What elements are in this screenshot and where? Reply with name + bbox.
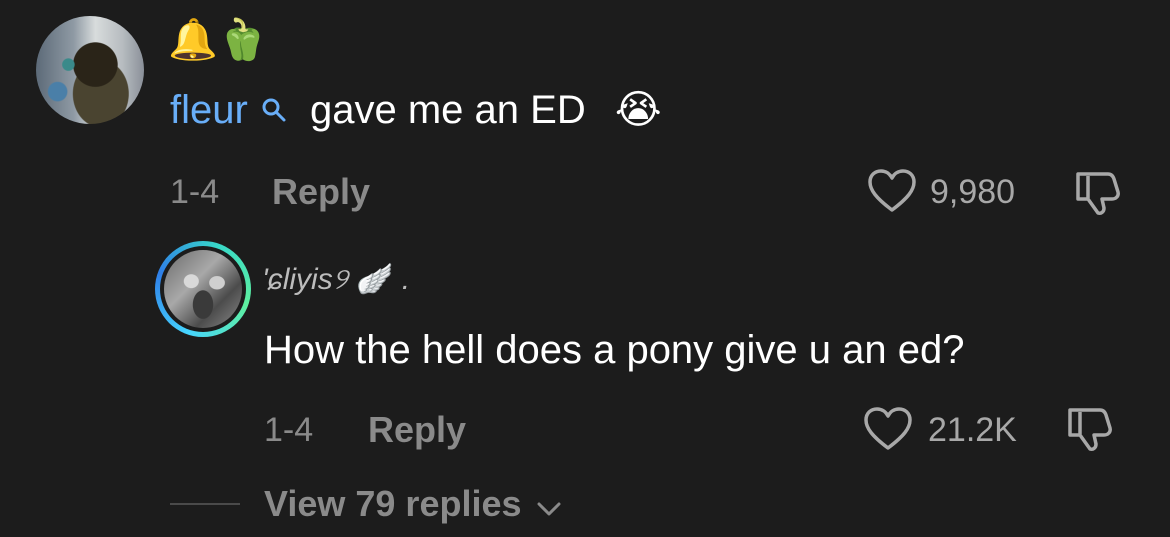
chevron-down-icon[interactable] (536, 486, 562, 526)
username-text[interactable]: fleur (170, 88, 248, 132)
comment-text: gave me an ED 😭 (310, 86, 662, 134)
reply-text: How the hell does a pony give u an ed? (264, 328, 965, 372)
heart-icon[interactable] (866, 168, 918, 219)
reply-username-trail: . (401, 263, 411, 296)
dislike-icon[interactable] (1064, 404, 1116, 457)
reply-reply-button[interactable]: Reply (368, 410, 466, 450)
reply-button[interactable]: Reply (272, 172, 370, 212)
emoji-row: 🔔🫑 (168, 18, 268, 62)
commenter-username[interactable]: fleur (170, 86, 287, 134)
like-count: 9,980 (930, 173, 1016, 211)
search-verify-icon[interactable] (261, 86, 287, 134)
reply-username[interactable]: 'ɕliyis୨ 🪽 . (262, 262, 410, 298)
reply-like-button[interactable] (862, 406, 914, 457)
comment-date: 1-4 (170, 173, 220, 211)
reply-username-suffix: ୨ (332, 263, 348, 296)
reply-username-text[interactable]: 'ɕliyis (262, 263, 333, 296)
wing-emoji: 🪽 (356, 263, 394, 296)
reply-avatar[interactable] (164, 250, 242, 328)
comment-body: gave me an ED (310, 88, 586, 132)
reply-date: 1-4 (264, 411, 314, 449)
reply-like-count: 21.2K (928, 411, 1017, 449)
replies-divider (170, 503, 240, 505)
crying-emoji: 😭 (614, 88, 662, 132)
dislike-icon[interactable] (1072, 168, 1124, 221)
commenter-avatar[interactable] (36, 16, 144, 124)
like-button[interactable] (866, 168, 918, 219)
view-replies-label[interactable]: View 79 replies (264, 483, 522, 524)
view-replies-button[interactable]: View 79 replies (264, 484, 562, 526)
heart-icon[interactable] (862, 406, 914, 457)
